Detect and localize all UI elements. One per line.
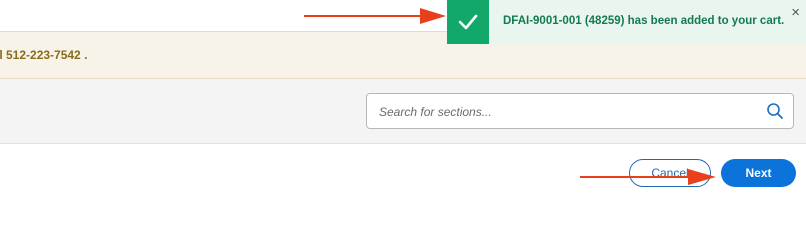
search-icon[interactable]: [766, 102, 784, 120]
toast-message: DFAI-9001-001 (48259) has been added to …: [503, 15, 785, 27]
notice-text: ll 512-223-7542 .: [0, 48, 88, 62]
annotation-arrow-icon: [580, 169, 716, 185]
close-icon[interactable]: ×: [791, 5, 800, 20]
search-box[interactable]: [366, 93, 794, 129]
search-band: [0, 79, 806, 144]
next-button[interactable]: Next: [721, 159, 796, 187]
search-input[interactable]: [377, 101, 761, 123]
toast-body: DFAI-9001-001 (48259) has been added to …: [489, 0, 806, 44]
toast-status-box: [447, 0, 489, 44]
cart-toast: DFAI-9001-001 (48259) has been added to …: [447, 0, 806, 44]
annotation-arrow-icon: [304, 8, 446, 24]
check-icon: [458, 14, 478, 30]
